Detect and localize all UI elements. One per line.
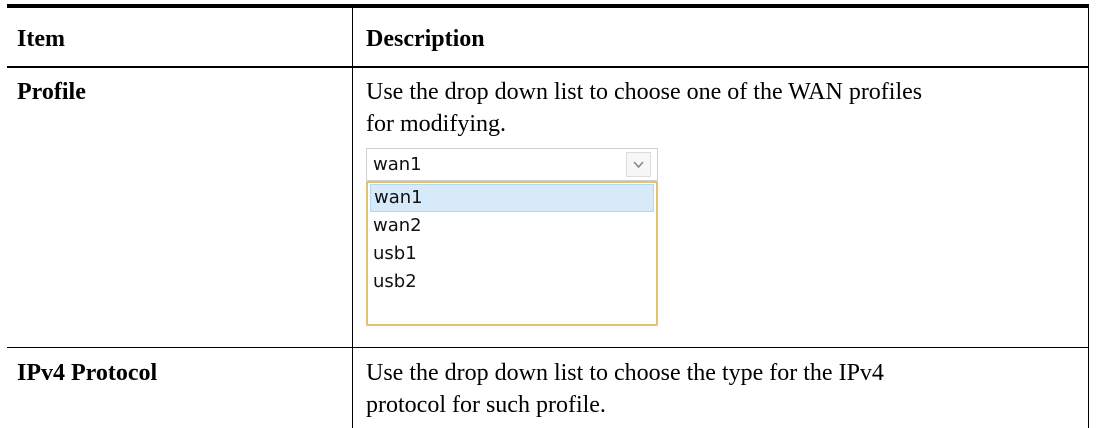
dropdown-arrow-button[interactable] <box>626 152 651 177</box>
dropdown-option-usb2[interactable]: usb2 <box>370 268 654 296</box>
table-right-border <box>1088 8 1089 428</box>
dropdown-option-wan1[interactable]: wan1 <box>370 184 654 212</box>
header-bottom-rule <box>7 66 1089 68</box>
profile-select-value: wan1 <box>373 154 422 175</box>
header-description: Description <box>366 26 485 52</box>
table-top-rule <box>7 4 1089 8</box>
row-description-line: Use the drop down list to choose one of … <box>366 79 923 105</box>
row-description-line: Use the drop down list to choose the typ… <box>366 360 884 386</box>
profile-dropdown-list: wan1 wan2 usb1 usb2 <box>366 181 658 326</box>
column-divider <box>352 8 353 428</box>
header-item: Item <box>17 26 65 52</box>
row-item-ipv4-protocol: IPv4 Protocol <box>17 360 158 386</box>
dropdown-option-wan2[interactable]: wan2 <box>370 212 654 240</box>
row-separator <box>7 347 1089 348</box>
row-description-line: protocol for such profile. <box>366 392 606 418</box>
dropdown-option-usb1[interactable]: usb1 <box>370 240 654 268</box>
row-item-profile: Profile <box>17 79 86 105</box>
profile-select[interactable]: wan1 <box>366 148 658 181</box>
chevron-down-icon <box>633 160 644 168</box>
row-description-line: for modifying. <box>366 111 506 137</box>
